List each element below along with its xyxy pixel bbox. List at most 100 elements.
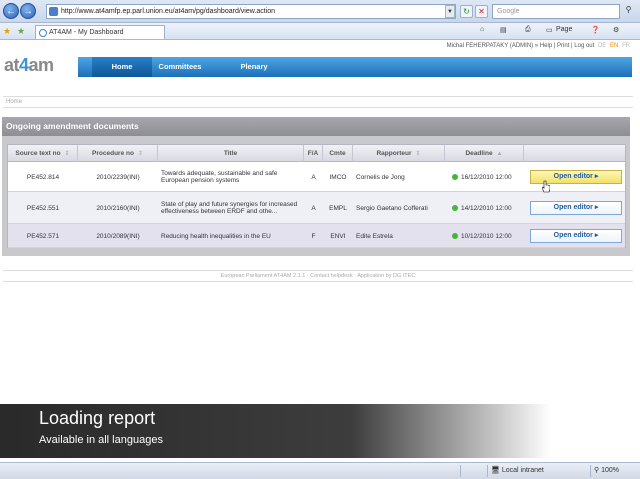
col-label: Source text no (15, 150, 61, 157)
nav-label: Committees (158, 62, 202, 71)
browser-status-bar: 🖥 Local intranet ⚲ 100% (0, 462, 640, 479)
table-row[interactable]: PE452.551 2010/2160(INI) State of play a… (8, 192, 625, 224)
logo-part: am (28, 55, 55, 75)
cell-rapporteur: Sergio Gaetano Cofferati (356, 204, 428, 212)
refresh-icon[interactable]: ↻ (460, 5, 473, 18)
status-green-icon (452, 233, 458, 239)
add-favorite-icon[interactable]: ★ (17, 26, 25, 37)
help-icon[interactable]: ❓ (591, 26, 600, 34)
url-field[interactable]: http://www.at4amfp.ep.parl.union.eu/at4a… (46, 4, 456, 19)
nav-label: Plenary (240, 62, 268, 71)
col-deadline[interactable]: Deadline ▲ (445, 145, 524, 162)
cell-fa: A (311, 173, 316, 181)
col-label: Procedure no (92, 150, 134, 157)
cell-title: Reducing health inequalities in the EU (161, 232, 271, 240)
print-icon[interactable]: ⎙ (525, 26, 531, 34)
cell-cmte: EMPL (329, 204, 347, 212)
deadline-text: 16/12/2010 12:00 (461, 173, 512, 181)
status-segment (460, 465, 487, 477)
lang-de[interactable]: DE (598, 43, 606, 49)
open-editor-button[interactable]: Open editor ▸ (530, 229, 622, 243)
tools-icon[interactable]: ⚙ (613, 26, 619, 34)
deadline-text: 14/12/2010 12:00 (461, 204, 512, 212)
user-bar: Michal FEHERPATAKY (ADMIN) » Help | Prin… (0, 43, 640, 55)
documents-table: Source text no ⇕ Procedure no ⇕ Title F/A … (7, 144, 626, 248)
sort-icon: ⇕ (137, 151, 143, 157)
col-rapporteur[interactable]: Rapporteur ⇕ (353, 145, 445, 162)
breadcrumb-home[interactable]: Home (6, 99, 22, 105)
cell-procedure: 2010/2089(INI) (96, 232, 140, 240)
cell-deadline: 14/12/2010 12:00 (452, 192, 524, 224)
browser-address-bar: ← → http://www.at4amfp.ep.parl.union.eu/… (0, 0, 640, 23)
open-editor-button[interactable]: Open editor ▸ (530, 201, 622, 215)
col-cmte[interactable]: Cmte (323, 145, 353, 162)
col-label: Deadline (465, 150, 493, 157)
deadline-text: 10/12/2010 12:00 (461, 232, 512, 240)
col-actions (524, 145, 625, 162)
nav-plenary[interactable]: Plenary (226, 57, 282, 77)
page-footer: European Parliament AT4AM 2.1.1 · Contac… (3, 270, 633, 282)
table-row[interactable]: PE452.814 2010/2239(INI) Towards adequat… (8, 162, 625, 192)
col-label: Rapporteur (376, 150, 412, 157)
favorites-star-icon[interactable]: ★ (3, 26, 11, 37)
col-source[interactable]: Source text no ⇕ (8, 145, 78, 162)
cell-cmte: IMCO (329, 173, 347, 181)
search-input[interactable]: Google (492, 4, 620, 19)
cell-deadline: 16/12/2010 12:00 (452, 162, 524, 192)
col-procedure[interactable]: Procedure no ⇕ (78, 145, 158, 162)
status-green-icon (452, 205, 458, 211)
nav-home[interactable]: Home (92, 57, 152, 77)
cell-procedure: 2010/2239(INI) (96, 173, 140, 181)
user-info[interactable]: Michal FEHERPATAKY (ADMIN) » Help | Prin… (447, 43, 595, 49)
cell-rapporteur: Cornelis de Jong (356, 173, 405, 181)
breadcrumb: Home (3, 96, 633, 108)
intranet-icon: 🖥 (491, 467, 500, 474)
logo-part: at (4, 55, 20, 75)
page-icon-menu: ▭ (546, 27, 553, 34)
url-text: http://www.at4amfp.ep.parl.union.eu/at4a… (61, 8, 276, 15)
logo-part: 4 (19, 55, 29, 75)
sort-icon: ▲ (496, 151, 503, 157)
cell-title: Towards adequate, sustainable and safe E… (161, 170, 278, 184)
search-icon[interactable]: ⚲ (622, 5, 635, 18)
cell-fa: F (311, 232, 316, 240)
url-dropdown-icon[interactable]: ▼ (445, 5, 455, 18)
stop-icon[interactable]: ✕ (475, 5, 488, 18)
tab-title: AT4AM - My Dashboard (49, 29, 124, 36)
forward-icon[interactable]: → (20, 3, 36, 19)
panel-title: Ongoing amendment documents (2, 117, 630, 136)
table-row[interactable]: PE452.571 2010/2089(INI) Reducing health… (8, 224, 625, 248)
sort-icon: ⇕ (415, 151, 421, 157)
cell-rapporteur: Edite Estrela (356, 232, 393, 240)
col-fa[interactable]: F/A (304, 145, 323, 162)
zone-text: Local intranet (501, 467, 544, 474)
cell-procedure: 2010/2160(INI) (96, 204, 140, 212)
zone-indicator: 🖥 Local intranet (487, 465, 587, 477)
table-header: Source text no ⇕ Procedure no ⇕ Title F/A … (8, 145, 625, 162)
browser-tab-bar: ★ ★ AT4AM - My Dashboard ⌂ ▤ ⎙ ▭ Page ❓ … (0, 23, 640, 40)
lang-fr[interactable]: FR (622, 43, 630, 49)
ie-icon (39, 29, 47, 37)
col-title[interactable]: Title (158, 145, 304, 162)
browser-tab[interactable]: AT4AM - My Dashboard (35, 25, 165, 39)
amendment-panel: Ongoing amendment documents Source text … (2, 117, 630, 256)
cell-title: State of play and future synergies for i… (161, 201, 298, 215)
lang-en[interactable]: EN (610, 43, 618, 49)
cell-source: PE452.551 (26, 204, 60, 212)
nav-committees[interactable]: Committees (152, 57, 208, 77)
feeds-icon[interactable]: ▤ (500, 26, 507, 34)
col-label: Title (223, 150, 238, 157)
app-logo[interactable]: at4am (4, 55, 54, 76)
col-label: F/A (307, 150, 319, 157)
back-icon[interactable]: ← (3, 3, 19, 19)
zoom-text: 100% (601, 467, 619, 474)
col-label: Cmte (329, 150, 346, 157)
status-green-icon (452, 174, 458, 180)
caption-subtitle: Available in all languages (39, 434, 163, 446)
page-icon (49, 7, 58, 16)
caption-title: Loading report (39, 408, 156, 428)
zoom-control[interactable]: ⚲ 100% (590, 465, 638, 477)
cell-source: PE452.814 (26, 173, 60, 181)
page-menu[interactable]: Page (556, 26, 572, 33)
home-icon[interactable]: ⌂ (480, 26, 484, 33)
